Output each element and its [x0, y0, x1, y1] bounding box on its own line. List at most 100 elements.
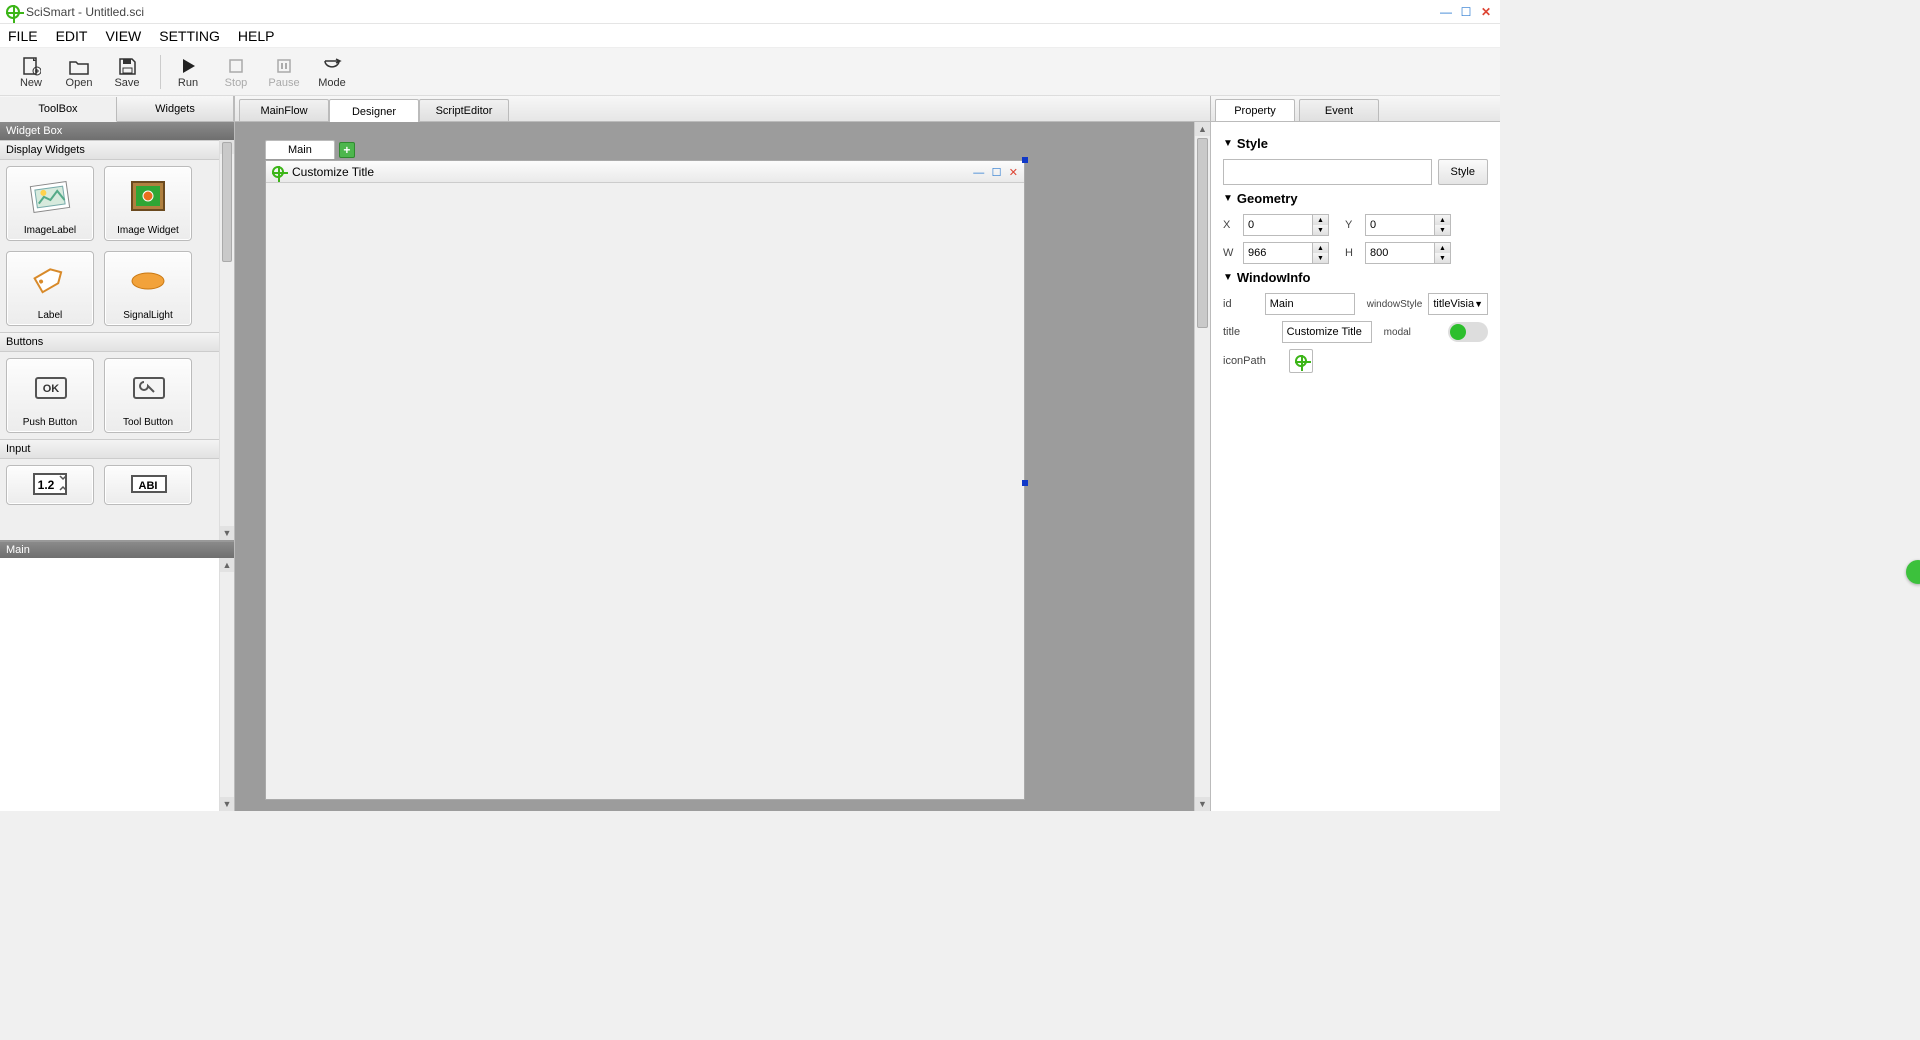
input-x[interactable]: ▲▼ [1243, 214, 1329, 236]
tab-property[interactable]: Property [1215, 99, 1295, 121]
designer-window-titlebar[interactable]: Customize Title — ☐ ✕ [266, 161, 1024, 183]
tab-toolbox[interactable]: ToolBox [0, 97, 117, 122]
open-icon [68, 55, 90, 77]
window-minimize-icon[interactable]: — [973, 167, 984, 179]
spin-down-icon[interactable]: ▼ [1434, 225, 1450, 235]
canvas-tab-main[interactable]: Main [265, 140, 335, 159]
section-buttons[interactable]: Buttons [0, 332, 219, 352]
widget-label[interactable]: Label [6, 251, 94, 326]
center-panel: MainFlow Designer ScriptEditor Main + Cu… [235, 96, 1210, 811]
menu-file[interactable]: FILE [8, 28, 38, 44]
canvas-scrollbar[interactable]: ▲ ▼ [1194, 122, 1210, 811]
minimize-icon[interactable]: — [1438, 5, 1454, 19]
menu-help[interactable]: HELP [238, 28, 275, 44]
svg-text:ABI: ABI [139, 480, 158, 492]
section-geometry[interactable]: Geometry [1223, 191, 1488, 206]
add-tab-button[interactable]: + [339, 142, 355, 158]
close-icon[interactable]: ✕ [1478, 5, 1494, 19]
spinbox-icon: 1.2 [28, 466, 72, 500]
input-id[interactable] [1265, 293, 1355, 315]
scroll-thumb[interactable] [222, 142, 232, 262]
tab-scripteditor[interactable]: ScriptEditor [419, 99, 509, 121]
iconpath-button[interactable] [1289, 349, 1313, 373]
section-windowinfo[interactable]: WindowInfo [1223, 270, 1488, 285]
tab-mainflow[interactable]: MainFlow [239, 99, 329, 121]
menubar: FILE EDIT VIEW SETTING HELP [0, 24, 1500, 48]
maximize-icon[interactable]: ☐ [1458, 5, 1474, 19]
widget-toolbutton[interactable]: Tool Button [104, 358, 192, 433]
scroll-thumb[interactable] [1197, 138, 1208, 328]
window-close-icon[interactable]: ✕ [1009, 167, 1018, 179]
pushbutton-icon: OK [28, 359, 72, 417]
spin-up-icon[interactable]: ▲ [1312, 215, 1328, 225]
spin-up-icon[interactable]: ▲ [1312, 243, 1328, 253]
open-button[interactable]: Open [58, 55, 100, 89]
widget-imagelabel[interactable]: ImageLabel [6, 166, 94, 241]
spin-down-icon[interactable]: ▼ [1312, 225, 1328, 235]
new-button[interactable]: New [10, 55, 52, 89]
style-button[interactable]: Style [1438, 159, 1488, 185]
style-input[interactable] [1223, 159, 1432, 185]
input-title[interactable] [1282, 321, 1372, 343]
section-input[interactable]: Input [0, 439, 219, 459]
scroll-down-icon[interactable]: ▼ [220, 526, 234, 540]
label-icon [28, 252, 72, 310]
widget-lineedit[interactable]: ABI [104, 465, 192, 505]
tree-scrollbar[interactable]: ▲ ▼ [219, 558, 234, 811]
input-y[interactable]: ▲▼ [1365, 214, 1451, 236]
section-display-widgets[interactable]: Display Widgets [0, 140, 219, 160]
pause-button[interactable]: Pause [263, 55, 305, 89]
tab-event[interactable]: Event [1299, 99, 1379, 121]
label-windowstyle: windowStyle [1367, 299, 1423, 310]
spin-up-icon[interactable]: ▲ [1434, 243, 1450, 253]
spin-down-icon[interactable]: ▼ [1312, 253, 1328, 263]
label-title: title [1223, 326, 1276, 338]
widget-pushbutton[interactable]: OK Push Button [6, 358, 94, 433]
help-bubble-icon[interactable] [1906, 560, 1920, 584]
scroll-up-icon[interactable]: ▲ [1195, 122, 1210, 136]
signallight-icon [126, 252, 170, 310]
designer-canvas[interactable]: Main + Customize Title — ☐ ✕ ▲ [235, 122, 1210, 811]
resize-handle[interactable] [1022, 157, 1028, 163]
titlebar: SciSmart - Untitled.sci — ☐ ✕ [0, 0, 1500, 24]
widgetbox-scrollbar[interactable]: ▲ ▼ [219, 140, 234, 540]
stop-icon [227, 55, 245, 77]
scroll-down-icon[interactable]: ▼ [1195, 797, 1210, 811]
label-iconpath: iconPath [1223, 355, 1283, 367]
target-icon [1295, 355, 1307, 367]
combo-windowstyle[interactable]: titleVisia▼ [1428, 293, 1488, 315]
window-maximize-icon[interactable]: ☐ [992, 167, 1002, 179]
spin-up-icon[interactable]: ▲ [1434, 215, 1450, 225]
run-button[interactable]: Run [167, 55, 209, 89]
mode-button[interactable]: Mode [311, 55, 353, 89]
toggle-modal[interactable] [1448, 322, 1488, 342]
stop-button[interactable]: Stop [215, 55, 257, 89]
designer-window[interactable]: Customize Title — ☐ ✕ [265, 160, 1025, 800]
label-w: W [1223, 247, 1237, 259]
scroll-up-icon[interactable]: ▲ [220, 558, 234, 572]
input-w[interactable]: ▲▼ [1243, 242, 1329, 264]
toolbar: New Open Save Run Stop Pause Mode [0, 48, 1500, 96]
scroll-down-icon[interactable]: ▼ [220, 797, 234, 811]
widget-spinbox[interactable]: 1.2 [6, 465, 94, 505]
window-title: SciSmart - Untitled.sci [26, 5, 144, 19]
resize-handle[interactable] [1022, 480, 1028, 486]
save-button[interactable]: Save [106, 55, 148, 89]
menu-setting[interactable]: SETTING [159, 28, 220, 44]
tree-root[interactable]: Main [0, 542, 234, 558]
section-style[interactable]: Style [1223, 136, 1488, 151]
svg-text:OK: OK [43, 383, 60, 395]
widget-signallight[interactable]: SignalLight [104, 251, 192, 326]
chevron-down-icon: ▼ [1474, 299, 1483, 309]
new-icon [21, 55, 41, 77]
widget-imagewidget[interactable]: Image Widget [104, 166, 192, 241]
spin-down-icon[interactable]: ▼ [1434, 253, 1450, 263]
input-h[interactable]: ▲▼ [1365, 242, 1451, 264]
menu-edit[interactable]: EDIT [56, 28, 88, 44]
tab-designer[interactable]: Designer [329, 99, 419, 123]
imagewidget-icon [126, 167, 170, 225]
toolbar-separator [160, 55, 161, 89]
menu-view[interactable]: VIEW [105, 28, 141, 44]
tab-widgets[interactable]: Widgets [117, 96, 234, 121]
pause-icon [275, 55, 293, 77]
